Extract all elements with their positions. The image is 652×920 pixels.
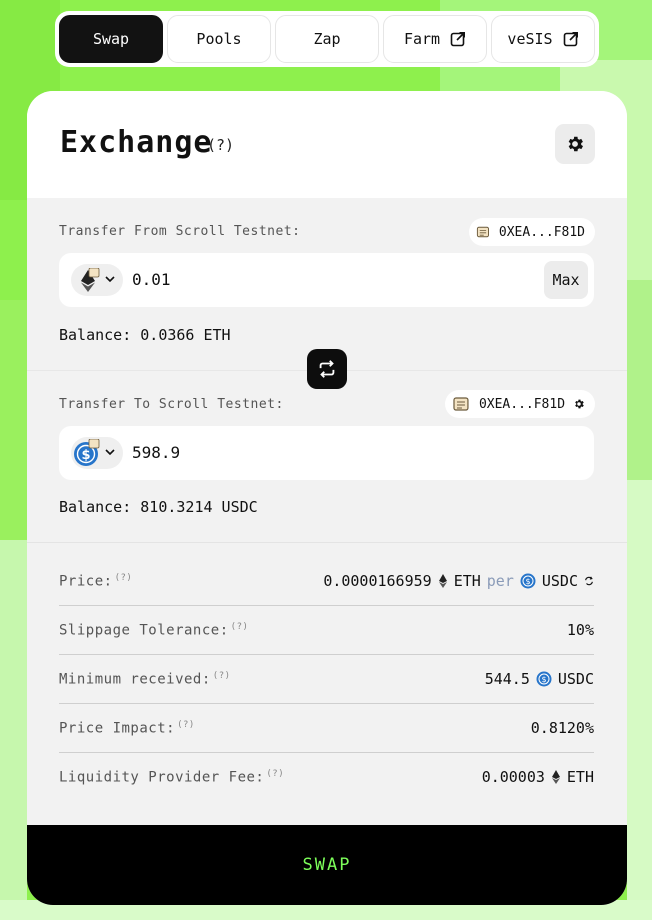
svg-text:$: $ xyxy=(81,448,90,463)
title-help[interactable]: (?) xyxy=(207,136,234,154)
tab-zap-label: Zap xyxy=(313,30,341,48)
swap-arrows-icon xyxy=(319,360,335,378)
slippage-value: 10% xyxy=(566,621,594,639)
minimum-received-symbol: USDC xyxy=(557,670,594,688)
from-address: 0XEA...F81D xyxy=(498,224,585,240)
card-header: Exchange (?) xyxy=(27,91,627,198)
from-token-selector[interactable] xyxy=(71,264,123,296)
from-amount-input[interactable]: 0.01 xyxy=(132,270,171,289)
lp-fee-symbol: ETH xyxy=(566,768,594,786)
price-label: Price: (?) xyxy=(59,573,133,590)
minimum-received-row: Minimum received: (?) 544.5 $ USDC xyxy=(59,655,594,704)
max-button[interactable]: Max xyxy=(544,261,588,299)
tab-farm[interactable]: Farm xyxy=(383,15,487,63)
from-address-pill[interactable]: 0XEA...F81D xyxy=(469,218,595,246)
usdc-icon: $ xyxy=(536,671,552,687)
to-token-selector[interactable]: $ xyxy=(71,437,123,469)
gear-icon[interactable] xyxy=(573,398,585,410)
price-row: Price: (?) 0.0000166959 ETH per $ USDC xyxy=(59,557,594,606)
minimum-received-label: Minimum received: (?) xyxy=(59,671,231,688)
lp-fee-row: Liquidity Provider Fee: (?) 0.00003 ETH xyxy=(59,753,594,802)
lp-fee-label: Liquidity Provider Fee: (?) xyxy=(59,769,285,786)
eth-icon xyxy=(81,268,100,292)
to-amount-input[interactable]: 598.9 xyxy=(132,443,180,462)
tab-zap[interactable]: Zap xyxy=(275,15,379,63)
help-icon[interactable]: (?) xyxy=(177,720,195,730)
page-title: Exchange xyxy=(60,125,213,160)
price-impact-label: Price Impact: (?) xyxy=(59,720,195,737)
eth-icon xyxy=(551,770,560,784)
settings-button[interactable] xyxy=(555,124,595,164)
eth-icon xyxy=(438,574,447,588)
price-eth-symbol: ETH xyxy=(453,572,481,590)
tab-vesis[interactable]: veSIS xyxy=(491,15,595,63)
to-address-pill[interactable]: 0XEA...F81D xyxy=(445,390,595,418)
external-link-icon xyxy=(563,32,578,47)
transfer-from-label: Transfer From Scroll Testnet: xyxy=(59,224,301,239)
help-icon[interactable]: (?) xyxy=(266,769,284,779)
price-impact-value: 0.8120% xyxy=(530,719,594,737)
price-per: per xyxy=(486,572,514,590)
tab-pools-label: Pools xyxy=(196,30,242,48)
minimum-received-value: 544.5 $ USDC xyxy=(485,670,594,688)
chevron-down-icon xyxy=(105,449,115,456)
tab-swap[interactable]: Swap xyxy=(59,15,163,63)
tab-swap-label: Swap xyxy=(92,30,130,48)
swap-details: Price: (?) 0.0000166959 ETH per $ USDC Sl… xyxy=(27,542,627,826)
top-navigation: Swap Pools Zap Farm veSIS xyxy=(55,11,599,67)
exchange-card: Exchange (?) Transfer From Scroll Testne… xyxy=(27,91,627,905)
to-address: 0XEA...F81D xyxy=(478,396,566,412)
lp-fee-value: 0.00003 ETH xyxy=(482,768,594,786)
tab-pools[interactable]: Pools xyxy=(167,15,271,63)
external-link-icon xyxy=(450,32,466,47)
from-amount-box: 0.01 Max xyxy=(59,253,594,307)
price-value: 0.0000166959 ETH per $ USDC xyxy=(323,572,594,590)
chevron-down-icon xyxy=(105,276,115,283)
scroll-logo-icon xyxy=(453,397,469,411)
minimum-received-amount: 544.5 xyxy=(484,670,530,688)
usdc-icon: $ xyxy=(74,439,100,466)
to-amount-box: $ 598.9 xyxy=(59,426,594,480)
from-balance: Balance: 0.0366 ETH xyxy=(59,326,231,344)
tab-vesis-label: veSIS xyxy=(507,30,553,48)
svg-text:$: $ xyxy=(525,577,530,586)
swap-button[interactable]: SWAP xyxy=(27,825,627,905)
transfer-from-section: Transfer From Scroll Testnet: 0XEA...F81… xyxy=(27,198,627,370)
price-usdc-symbol: USDC xyxy=(541,572,578,590)
refresh-icon[interactable] xyxy=(584,576,594,586)
slippage-label: Slippage Tolerance: (?) xyxy=(59,622,249,639)
transfer-to-label: Transfer To Scroll Testnet: xyxy=(59,397,284,412)
tab-farm-label: Farm xyxy=(403,30,441,48)
price-impact-row: Price Impact: (?) 0.8120% xyxy=(59,704,594,753)
svg-text:$: $ xyxy=(541,675,546,684)
usdc-icon: $ xyxy=(520,573,536,589)
slippage-row: Slippage Tolerance: (?) 10% xyxy=(59,606,594,655)
price-eth-amount: 0.0000166959 xyxy=(323,572,432,590)
help-icon[interactable]: (?) xyxy=(231,622,249,632)
to-balance: Balance: 810.3214 USDC xyxy=(59,498,258,516)
scroll-logo-icon xyxy=(476,226,489,238)
gear-icon xyxy=(568,136,583,152)
transfer-to-section: Transfer To Scroll Testnet: 0XEA...F81D … xyxy=(27,370,627,543)
help-icon[interactable]: (?) xyxy=(115,573,133,583)
swap-direction-button[interactable] xyxy=(307,349,347,389)
lp-fee-amount: 0.00003 xyxy=(481,768,545,786)
help-icon[interactable]: (?) xyxy=(213,671,231,681)
